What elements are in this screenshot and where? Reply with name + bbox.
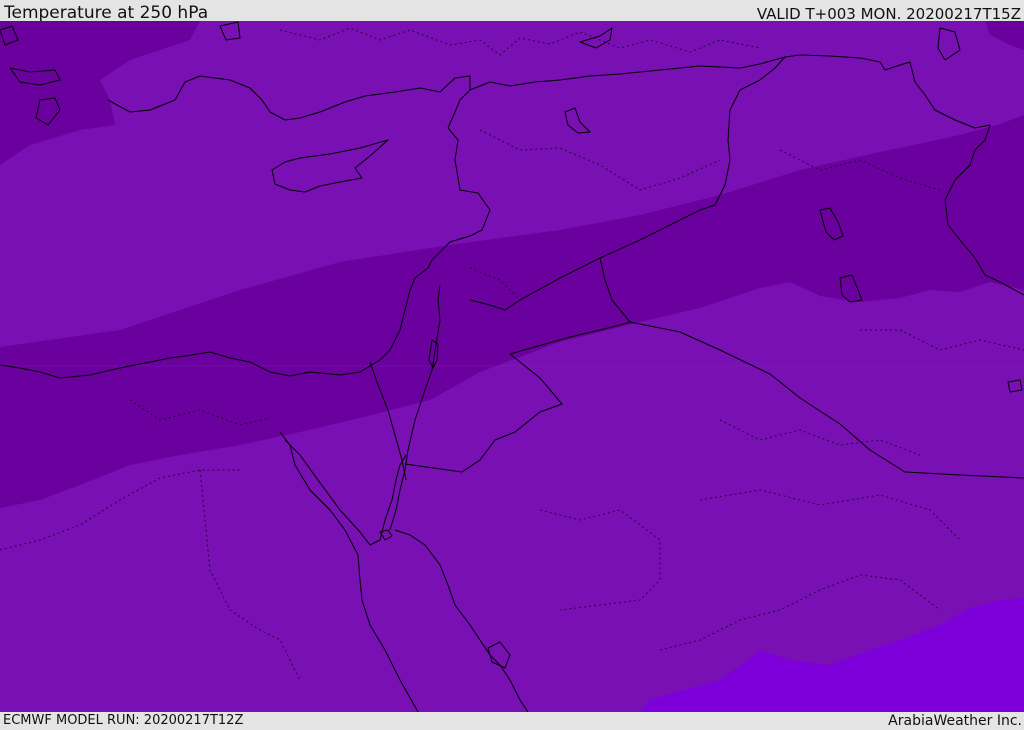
weather-map-frame: Temperature at 250 hPa VALID T+003 MON. … [0, 0, 1024, 729]
temperature-map [0, 21, 1024, 712]
map-title: Temperature at 250 hPa [4, 3, 209, 23]
footer-bar: ECMWF MODEL RUN: 20200217T12Z ArabiaWeat… [0, 712, 1024, 729]
credit-label: ArabiaWeather Inc. [888, 713, 1022, 729]
model-run-label: ECMWF MODEL RUN: 20200217T12Z [3, 713, 244, 728]
header-bar: Temperature at 250 hPa VALID T+003 MON. … [0, 0, 1024, 23]
